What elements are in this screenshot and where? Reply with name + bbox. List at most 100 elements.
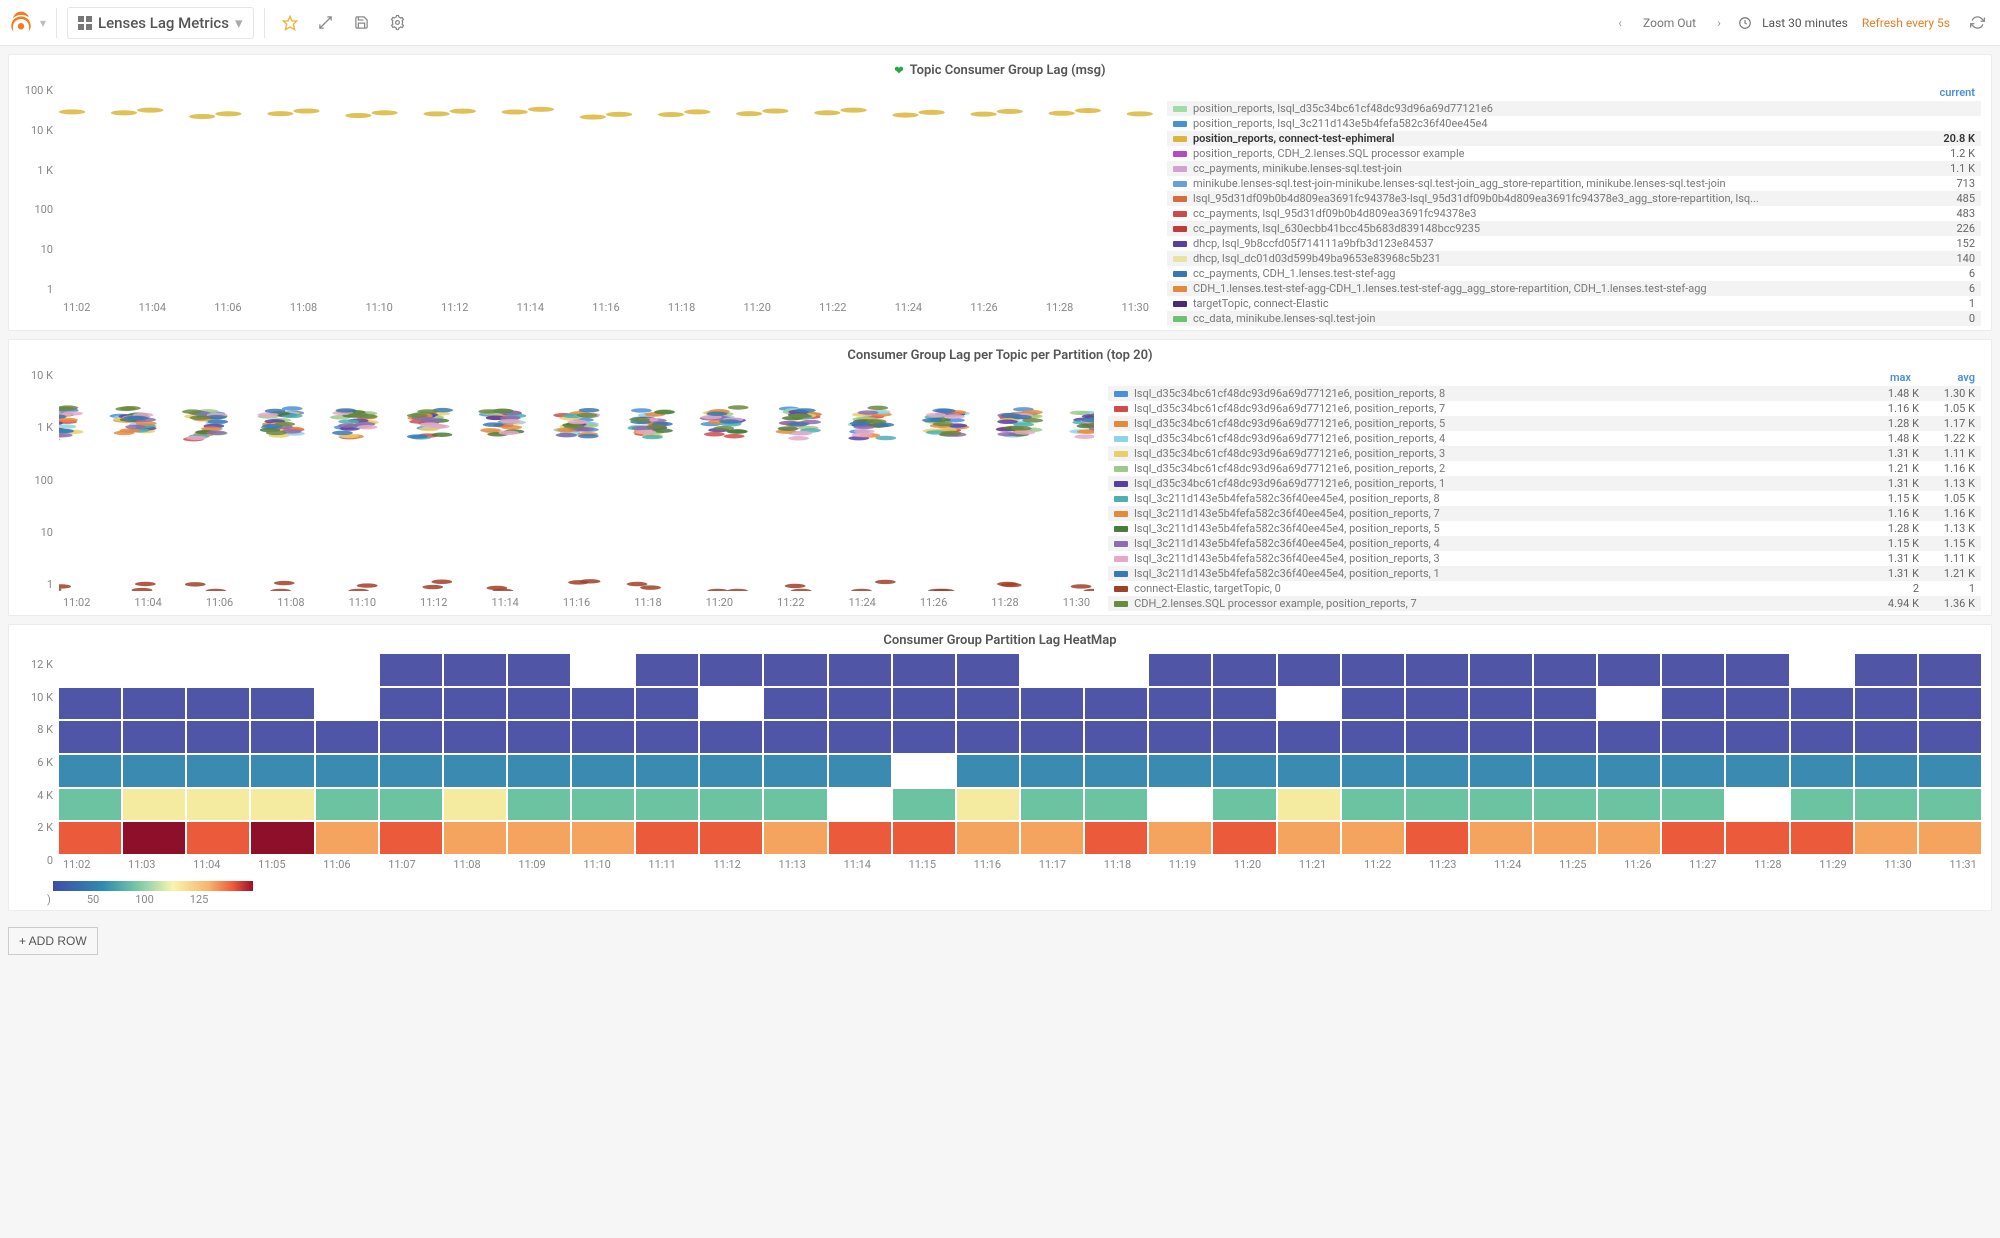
heatmap-cell bbox=[380, 721, 442, 753]
heatmap-cell bbox=[444, 789, 506, 821]
legend-swatch bbox=[1114, 526, 1128, 532]
legend-row[interactable]: cc_payments, CDH_1.lenses.test-stef-agg … bbox=[1167, 266, 1981, 281]
legend-row[interactable]: dhcp, lsql_9b8ccfd05f714111a9bfb3d123e84… bbox=[1167, 236, 1981, 251]
heatmap-cell bbox=[1470, 721, 1532, 753]
legend-row[interactable]: lsql_d35c34bc61cf48dc93d96a69d77121e6, p… bbox=[1108, 431, 1981, 446]
legend-avg: 1 bbox=[1925, 582, 1975, 595]
legend-row[interactable]: dhcp, lsql_dc01d03d599b49ba9653e83968c5b… bbox=[1167, 251, 1981, 266]
legend-row[interactable]: lsql_3c211d143e5b4fefa582c36f40ee45e4, p… bbox=[1108, 521, 1981, 536]
heatmap-cell bbox=[636, 721, 698, 753]
heatmap-cell bbox=[1919, 654, 1981, 686]
legend-row[interactable]: lsql_3c211d143e5b4fefa582c36f40ee45e4, p… bbox=[1108, 491, 1981, 506]
legend-row[interactable]: lsql_d35c34bc61cf48dc93d96a69d77121e6, p… bbox=[1108, 476, 1981, 491]
save-button[interactable] bbox=[347, 8, 377, 38]
heatmap-cell bbox=[764, 688, 826, 720]
legend-row[interactable]: CDH_1.lenses.test-stef-agg-CDH_1.lenses.… bbox=[1167, 281, 1981, 296]
refresh-button[interactable] bbox=[1962, 8, 1992, 38]
legend-header-max[interactable]: max bbox=[1861, 371, 1911, 384]
heatmap-cell bbox=[572, 688, 634, 720]
panel2-chart[interactable]: 10 K1 K100101 11:0211:0411:0611:0811:101… bbox=[19, 369, 1098, 609]
heatmap-cell bbox=[1085, 721, 1147, 753]
heatmap-cell bbox=[572, 755, 634, 787]
legend-row[interactable]: lsql_d35c34bc61cf48dc93d96a69d77121e6, p… bbox=[1108, 401, 1981, 416]
heatmap-cell bbox=[1278, 822, 1340, 854]
legend-row[interactable]: minikube.lenses-sql.test-join-minikube.l… bbox=[1167, 176, 1981, 191]
legend-row[interactable]: position_reports, connect-test-ephimeral… bbox=[1167, 131, 1981, 146]
legend-row[interactable]: lsql_d35c34bc61cf48dc93d96a69d77121e6, p… bbox=[1108, 461, 1981, 476]
legend-row[interactable]: lsql_3c211d143e5b4fefa582c36f40ee45e4, p… bbox=[1108, 536, 1981, 551]
legend-row[interactable]: connect-Elastic, targetTopic, 0 2 1 bbox=[1108, 581, 1981, 596]
panel3-heatmap[interactable]: 12 K10 K8 K6 K4 K2 K0 11:0211:0311:0411:… bbox=[19, 654, 1981, 906]
legend-row[interactable]: lsql_3c211d143e5b4fefa582c36f40ee45e4, p… bbox=[1108, 566, 1981, 581]
heatmap-cell bbox=[1406, 721, 1468, 753]
dashboard-picker[interactable]: Lenses Lag Metrics ▾ bbox=[67, 7, 253, 39]
legend-row[interactable]: cc_payments, lsql_630ecbb41bcc45b683d839… bbox=[1167, 221, 1981, 236]
legend-row[interactable]: lsql_d35c34bc61cf48dc93d96a69d77121e6, p… bbox=[1108, 416, 1981, 431]
heatmap-cell bbox=[444, 755, 506, 787]
heatmap-cell bbox=[1406, 654, 1468, 686]
heatmap-cell bbox=[1726, 755, 1788, 787]
legend-row[interactable]: position_reports, lsql_3c211d143e5b4fefa… bbox=[1167, 116, 1981, 131]
legend-avg: 1.17 K bbox=[1925, 417, 1975, 430]
legend-row[interactable]: cc_payments, minikube.lenses-sql.test-jo… bbox=[1167, 161, 1981, 176]
legend-label: lsql_d35c34bc61cf48dc93d96a69d77121e6, p… bbox=[1134, 477, 1863, 490]
legend-avg: 1.05 K bbox=[1925, 402, 1975, 415]
zoom-out-button[interactable]: Zoom Out bbox=[1639, 16, 1700, 30]
heatmap-cell bbox=[1149, 789, 1211, 821]
legend-row[interactable]: lsql_d35c34bc61cf48dc93d96a69d77121e6, p… bbox=[1108, 386, 1981, 401]
legend-header-current[interactable]: current bbox=[1925, 86, 1975, 99]
legend-row[interactable]: position_reports, lsql_d35c34bc61cf48dc9… bbox=[1167, 101, 1981, 116]
heatmap-cell bbox=[1213, 654, 1275, 686]
heatmap-cell bbox=[123, 654, 185, 686]
legend-row[interactable]: lsql_d35c34bc61cf48dc93d96a69d77121e6, p… bbox=[1108, 446, 1981, 461]
legend-label: lsql_3c211d143e5b4fefa582c36f40ee45e4, p… bbox=[1134, 522, 1863, 535]
legend-row[interactable]: cc_payments, lsql_95d31df09b0b4d809ea369… bbox=[1167, 206, 1981, 221]
refresh-interval-picker[interactable]: Refresh every 5s bbox=[1854, 16, 1958, 30]
panel1-chart[interactable]: 100 K10 K1 K100101 11:0211:0411:0611:081… bbox=[19, 84, 1157, 314]
logo-caret-icon[interactable]: ▾ bbox=[40, 16, 46, 30]
heatmap-cell bbox=[829, 822, 891, 854]
legend-swatch bbox=[1173, 196, 1187, 202]
legend-label: position_reports, lsql_d35c34bc61cf48dc9… bbox=[1193, 102, 1919, 115]
legend-row[interactable]: lsql_3c211d143e5b4fefa582c36f40ee45e4, p… bbox=[1108, 551, 1981, 566]
heatmap-cell bbox=[893, 688, 955, 720]
panel-consumer-group-lag-per-partition: Consumer Group Lag per Topic per Partiti… bbox=[8, 339, 1992, 616]
legend-swatch bbox=[1173, 316, 1187, 322]
time-range-picker[interactable]: Last 30 minutes bbox=[1760, 16, 1850, 30]
settings-button[interactable] bbox=[383, 8, 413, 38]
star-button[interactable] bbox=[275, 8, 305, 38]
heatmap-cell bbox=[1406, 822, 1468, 854]
heatmap-cell bbox=[59, 688, 121, 720]
heatmap-cell bbox=[572, 721, 634, 753]
legend-row[interactable]: lsql_3c211d143e5b4fefa582c36f40ee45e4, p… bbox=[1108, 506, 1981, 521]
legend-value: 152 bbox=[1925, 237, 1975, 250]
share-button[interactable] bbox=[311, 8, 341, 38]
panel-heatmap: Consumer Group Partition Lag HeatMap 12 … bbox=[8, 624, 1992, 911]
heatmap-cell bbox=[572, 654, 634, 686]
heatmap-cell bbox=[1085, 688, 1147, 720]
legend-header-avg[interactable]: avg bbox=[1925, 371, 1975, 384]
heatmap-cell bbox=[1021, 755, 1083, 787]
heatmap-cell bbox=[316, 688, 378, 720]
time-back-button[interactable]: ‹ bbox=[1605, 8, 1635, 38]
heatmap-cell bbox=[1149, 822, 1211, 854]
legend-swatch bbox=[1114, 436, 1128, 442]
legend-row[interactable]: CDH_2.lenses.SQL processor example, posi… bbox=[1108, 596, 1981, 611]
heatmap-cell bbox=[1855, 654, 1917, 686]
legend-max: 1.31 K bbox=[1869, 477, 1919, 490]
grafana-logo[interactable] bbox=[8, 10, 34, 36]
legend-row[interactable]: cc_data, minikube.lenses-sql.test-join 0 bbox=[1167, 311, 1981, 326]
heatmap-cell bbox=[700, 755, 762, 787]
legend-avg: 1.05 K bbox=[1925, 492, 1975, 505]
legend-row[interactable]: targetTopic, connect-Elastic 1 bbox=[1167, 296, 1981, 311]
heatmap-cell bbox=[187, 688, 249, 720]
legend-swatch bbox=[1114, 601, 1128, 607]
heatmap-cell bbox=[1213, 755, 1275, 787]
legend-row[interactable]: position_reports, CDH_2.lenses.SQL proce… bbox=[1167, 146, 1981, 161]
heatmap-cell bbox=[1791, 654, 1853, 686]
time-forward-button[interactable]: › bbox=[1704, 8, 1734, 38]
legend-avg: 1.15 K bbox=[1925, 537, 1975, 550]
add-row-button[interactable]: + ADD ROW bbox=[8, 927, 98, 955]
heatmap-cell bbox=[123, 789, 185, 821]
legend-row[interactable]: lsql_95d31df09b0b4d809ea3691fc94378e3-ls… bbox=[1167, 191, 1981, 206]
